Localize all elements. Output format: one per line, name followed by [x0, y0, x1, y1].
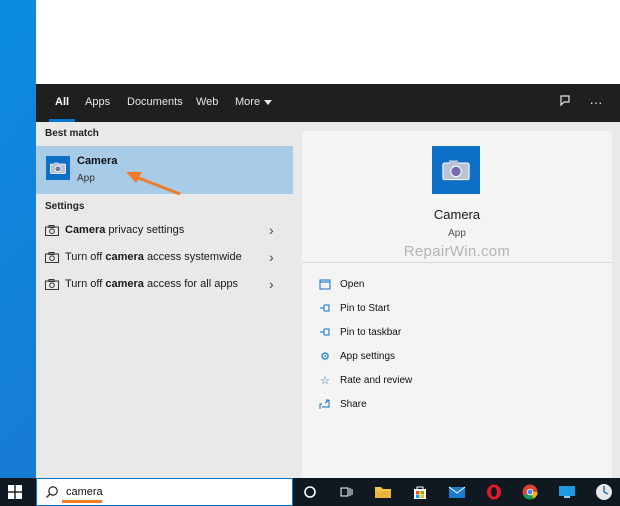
- opera-icon[interactable]: [484, 482, 504, 502]
- display-icon[interactable]: [557, 482, 577, 502]
- search-icon: [45, 486, 58, 499]
- annotation-arrow: [126, 172, 181, 196]
- store-icon[interactable]: [410, 482, 430, 502]
- mail-icon[interactable]: [447, 482, 467, 502]
- search-query: camera: [66, 486, 103, 498]
- file-explorer-icon[interactable]: [373, 482, 393, 502]
- chrome-icon[interactable]: [520, 482, 540, 502]
- windows-start-icon[interactable]: [8, 485, 22, 499]
- task-view-icon[interactable]: [336, 482, 356, 502]
- search-query-underline: [62, 500, 102, 503]
- cortana-icon[interactable]: [300, 482, 320, 502]
- clock-icon[interactable]: [594, 482, 614, 502]
